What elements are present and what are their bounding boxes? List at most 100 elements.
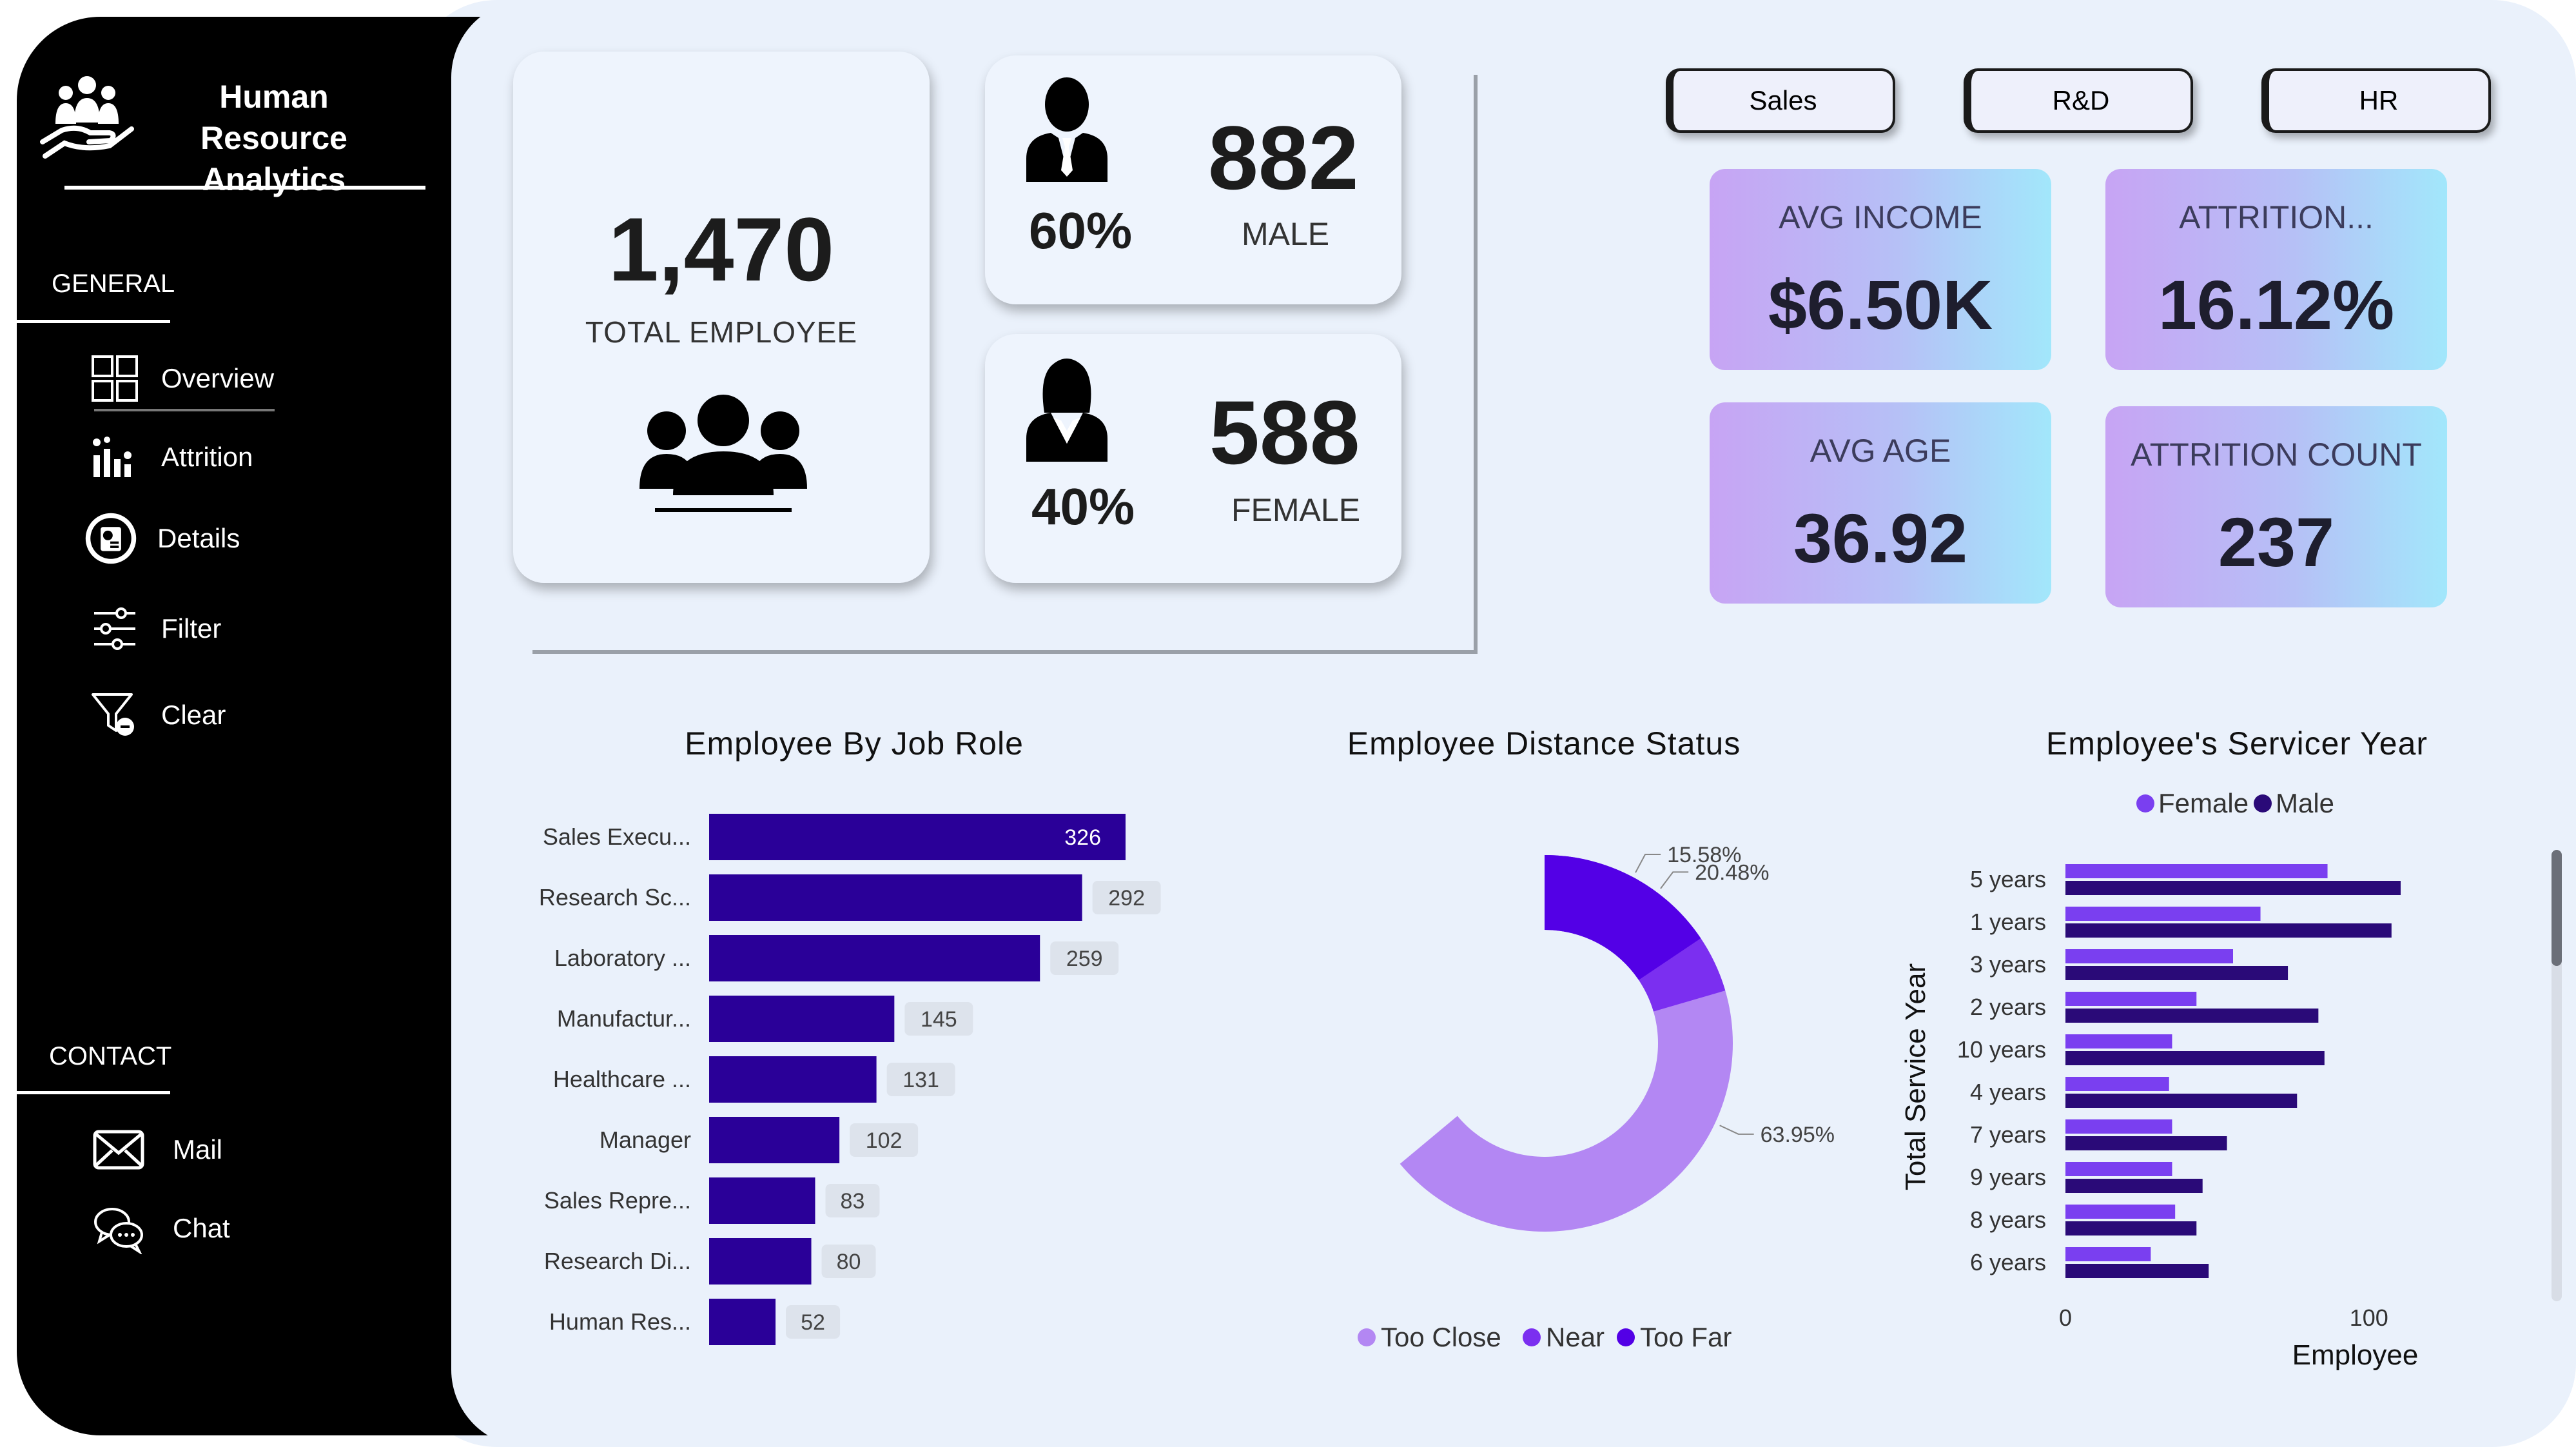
slice-leader-line xyxy=(1635,853,1661,873)
bar-value-label: 259 xyxy=(1066,947,1103,971)
female-person-icon xyxy=(1025,353,1109,466)
bar-value-label: 52 xyxy=(801,1310,825,1335)
bar xyxy=(709,814,1126,860)
axis-category-label: 6 years xyxy=(1970,1249,2046,1275)
chat-icon xyxy=(92,1201,146,1255)
axis-category-label: 1 years xyxy=(1970,909,2046,935)
bar-category-label: Sales Execu... xyxy=(543,823,691,850)
sidebar-item-mail[interactable]: Mail xyxy=(92,1121,222,1179)
legend-label: Too Far xyxy=(1640,1322,1732,1352)
bar xyxy=(2065,1205,2176,1219)
bar xyxy=(2065,1136,2227,1150)
bar xyxy=(2065,864,2328,878)
legend-label: Too Close xyxy=(1381,1322,1501,1352)
bar xyxy=(2065,1221,2197,1235)
bar-value-label: 102 xyxy=(866,1128,903,1153)
bar-category-label: Manufactur... xyxy=(557,1005,691,1032)
grid-icon xyxy=(88,351,142,406)
bar xyxy=(709,935,1040,981)
slice-leader-line xyxy=(1719,1125,1754,1135)
sidebar-item-details[interactable]: Details xyxy=(84,509,240,567)
kpi-attrition-count: ATTRITION COUNT 237 xyxy=(2105,406,2447,607)
job-role-chart-title: Employee By Job Role xyxy=(685,725,1024,762)
department-button-sales[interactable]: Sales xyxy=(1666,68,1895,133)
group-people-icon xyxy=(633,392,814,518)
bar-value-label: 292 xyxy=(1108,886,1145,911)
bar xyxy=(2065,1264,2209,1278)
bar xyxy=(2065,907,2261,921)
mail-icon xyxy=(92,1123,146,1177)
sidebar-item-filter[interactable]: Filter xyxy=(88,600,221,658)
female-label: FEMALE xyxy=(1231,492,1361,528)
sidebar-item-chat[interactable]: Chat xyxy=(92,1199,230,1257)
sidebar-item-overview[interactable]: Overview xyxy=(88,349,274,408)
bar-category-label: Sales Repre... xyxy=(544,1187,691,1214)
bar xyxy=(2065,1119,2172,1134)
bar-category-label: Healthcare ... xyxy=(553,1066,691,1092)
bar-category-label: Human Res... xyxy=(549,1308,691,1335)
bar xyxy=(2065,949,2233,963)
legend-label: Female xyxy=(2158,788,2249,818)
summary-frame-right xyxy=(1474,75,1478,654)
bar xyxy=(2065,881,2401,895)
general-section-label: GENERAL xyxy=(52,270,175,298)
sidebar-item-clear[interactable]: Clear xyxy=(88,686,226,744)
brand-divider xyxy=(64,186,425,190)
female-percent: 40% xyxy=(1031,478,1135,535)
legend-dot xyxy=(2136,794,2154,812)
contact-divider xyxy=(17,1091,170,1094)
slice-percent-label: 63.95% xyxy=(1761,1123,1835,1147)
slice-leader-line xyxy=(1660,871,1689,889)
department-button-rnd[interactable]: R&D xyxy=(1964,68,2193,133)
bar xyxy=(709,996,895,1042)
bar-value-label: 80 xyxy=(837,1250,861,1274)
total-employee-value: 1,470 xyxy=(608,199,835,300)
summary-frame-bottom xyxy=(532,650,1478,654)
legend-dot xyxy=(2254,794,2272,812)
bar xyxy=(2065,923,2392,938)
bar xyxy=(2065,1034,2172,1048)
bar-category-label: Research Di... xyxy=(544,1248,691,1274)
clear-filter-icon xyxy=(88,688,142,742)
kpi-value: $6.50K xyxy=(1768,266,1993,344)
y-axis-title: Total Service Year xyxy=(1900,963,1931,1190)
bar xyxy=(709,1117,840,1163)
distance-chart-title: Employee Distance Status xyxy=(1347,725,1741,762)
sidebar-item-label: Filter xyxy=(161,613,222,644)
total-employee-card: 1,470 TOTAL EMPLOYEE xyxy=(513,52,930,583)
male-card: 60% 882 MALE xyxy=(985,55,1401,304)
legend-label: Male xyxy=(2276,788,2334,818)
bar xyxy=(709,1177,815,1224)
department-button-hr[interactable]: HR xyxy=(2261,68,2491,133)
service-year-chart-title: Employee's Servicer Year xyxy=(2045,725,2428,762)
axis-category-label: 2 years xyxy=(1970,994,2046,1020)
sidebar-item-label: Attrition xyxy=(161,442,253,472)
bar xyxy=(2065,1162,2172,1176)
axis-category-label: 5 years xyxy=(1970,866,2046,892)
scrollbar-thumb[interactable] xyxy=(2552,850,2562,966)
kpi-label: ATTRITION COUNT xyxy=(2131,437,2422,473)
bar xyxy=(2065,1247,2151,1261)
brand: Human Resource Analytics xyxy=(39,64,425,197)
x-axis-title: Employee xyxy=(2292,1339,2419,1371)
app-title: Human Resource Analytics xyxy=(200,79,347,197)
bar xyxy=(2065,1077,2169,1091)
bar xyxy=(709,1299,776,1345)
axis-category-label: 9 years xyxy=(1970,1164,2046,1190)
bar-value-label: 131 xyxy=(903,1068,939,1092)
male-person-icon xyxy=(1025,74,1109,186)
hr-hand-people-icon xyxy=(39,71,135,161)
kpi-label: AVG AGE xyxy=(1810,433,1951,469)
bar-value-label: 83 xyxy=(841,1189,865,1214)
male-label: MALE xyxy=(1242,216,1330,252)
axis-category-label: 3 years xyxy=(1970,951,2046,978)
kpi-avg-age: AVG AGE 36.92 xyxy=(1710,402,2051,604)
x-tick-label: 0 xyxy=(2059,1304,2072,1331)
contact-section-label: CONTACT xyxy=(49,1042,172,1070)
bar-value-label: 326 xyxy=(1064,825,1101,850)
male-count: 882 xyxy=(1208,107,1359,208)
sidebar-item-attrition[interactable]: Attrition xyxy=(88,428,253,486)
axis-category-label: 10 years xyxy=(1957,1036,2046,1063)
bar xyxy=(709,874,1082,921)
details-icon xyxy=(84,511,138,566)
